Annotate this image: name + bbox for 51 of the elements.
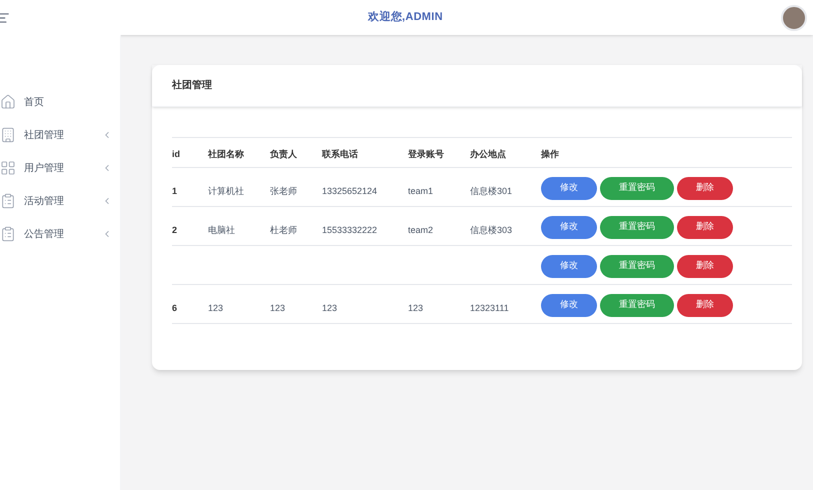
table-cell: 123 [270, 303, 286, 313]
table-cell: 15533332222 [322, 225, 378, 235]
sidebar-item[interactable]: 社团管理 [0, 124, 120, 146]
table-cell: 123 [408, 303, 424, 313]
sidebar-item[interactable]: 首页 [0, 91, 120, 113]
table-cell: 信息楼301 [470, 186, 512, 196]
column-header: 负责人 [270, 148, 297, 158]
card-title: 社团管理 [172, 78, 212, 93]
table-cell: 2 [172, 225, 178, 235]
clipboard-icon [0, 193, 16, 209]
column-header: 办公地点 [470, 148, 506, 158]
table-cell: 12323111 [470, 303, 509, 313]
column-header: 联系电话 [322, 148, 358, 158]
table-cell: 123 [208, 303, 224, 313]
edit-button[interactable]: 修改 [541, 176, 597, 200]
home-icon [0, 94, 16, 110]
reset-password-button[interactable]: 重置密码 [600, 216, 674, 238]
reset-password-button[interactable]: 重置密码 [600, 176, 674, 200]
table-cell: 6 [172, 303, 178, 313]
table-cell: 13325652124 [322, 186, 378, 196]
table-cell: 1 [172, 186, 178, 196]
delete-button[interactable]: 删除 [677, 176, 733, 200]
table-cell: team1 [408, 186, 434, 196]
edit-button[interactable]: 修改 [541, 254, 597, 278]
delete-button[interactable]: 删除 [677, 216, 733, 238]
table-cell: 信息楼303 [470, 225, 512, 235]
table-cell: 张老师 [270, 186, 297, 196]
table-cell: team2 [408, 225, 434, 235]
edit-button[interactable]: 修改 [541, 216, 597, 238]
building-icon [0, 127, 16, 143]
table-cell: 计算机社 [208, 186, 244, 196]
edit-button[interactable]: 修改 [541, 294, 597, 316]
reset-password-button[interactable]: 重置密码 [600, 254, 674, 278]
sidebar-item[interactable]: 活动管理 [0, 190, 120, 212]
table-cell: 电脑社 [208, 225, 235, 235]
column-header: id [172, 148, 180, 158]
reset-password-button[interactable]: 重置密码 [600, 294, 674, 316]
grid-icon [0, 160, 16, 176]
delete-button[interactable]: 删除 [677, 254, 733, 278]
menu-icon[interactable] [0, 10, 10, 24]
column-header: 社团名称 [208, 148, 244, 158]
welcome-text: 欢迎您,ADMIN [368, 10, 443, 26]
column-header: 登录账号 [408, 148, 444, 158]
sidebar-item[interactable]: 用户管理 [0, 157, 120, 179]
table-cell: 123 [322, 303, 338, 313]
avatar[interactable] [781, 4, 807, 30]
column-header: 操作 [541, 148, 559, 158]
delete-button[interactable]: 删除 [677, 294, 733, 316]
sidebar-item[interactable]: 公告管理 [0, 223, 120, 245]
clipboard-icon [0, 226, 16, 242]
table-cell: 杜老师 [270, 225, 297, 235]
